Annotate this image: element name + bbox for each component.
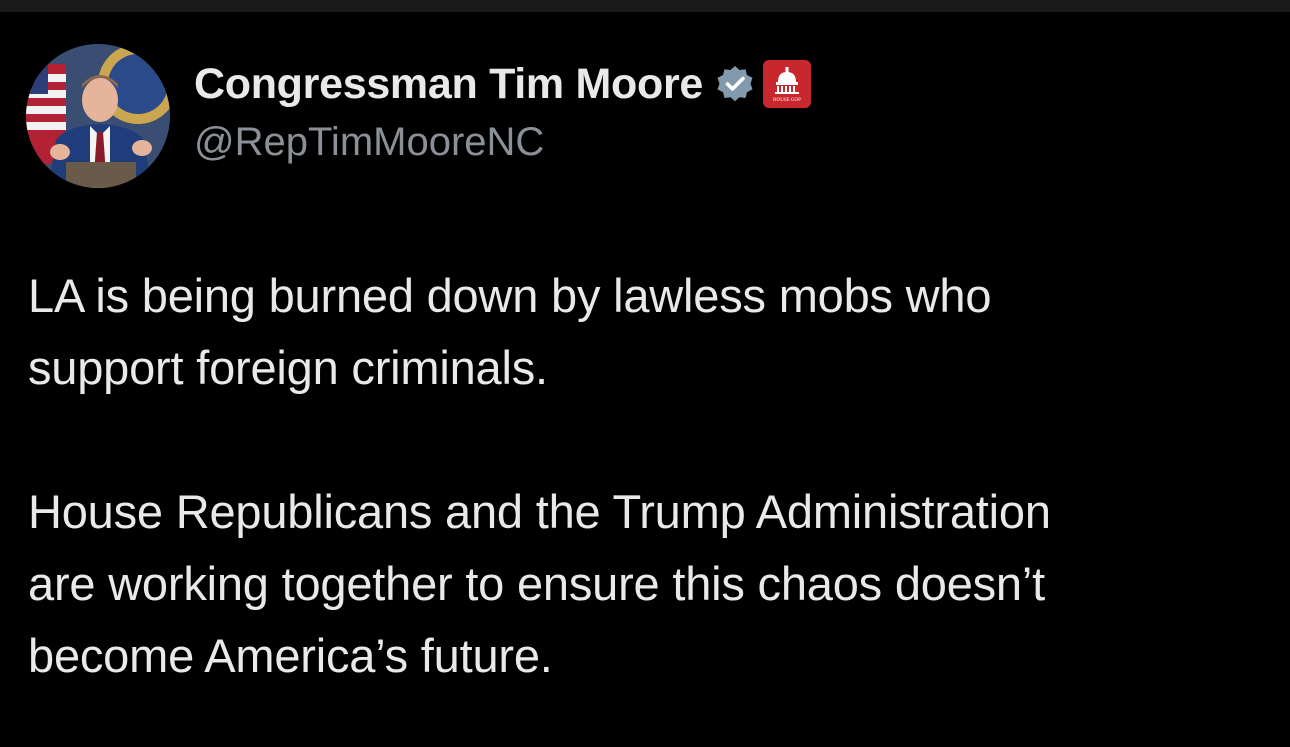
tweet-screenshot: Congressman Tim Moore HOUSE GOP @RepTimM… xyxy=(0,0,1290,747)
author-handle[interactable]: @RepTimMooreNC xyxy=(194,120,544,165)
tweet-line: LA is being burned down by lawless mobs … xyxy=(28,269,992,322)
tweet-line: support foreign criminals. xyxy=(28,341,548,394)
tweet-line: are working together to ensure this chao… xyxy=(28,557,1045,610)
house-gop-badge-icon[interactable]: HOUSE GOP xyxy=(763,60,812,108)
avatar-photo-icon xyxy=(26,44,170,188)
tweet-paragraph-2: House Republicans and the Trump Administ… xyxy=(28,476,1268,692)
tweet-card[interactable]: Congressman Tim Moore HOUSE GOP @RepTimM… xyxy=(0,12,1290,747)
tweet-paragraph-1: LA is being burned down by lawless mobs … xyxy=(28,260,1268,404)
tweet-line: House Republicans and the Trump Administ… xyxy=(28,485,1051,538)
svg-text:HOUSE GOP: HOUSE GOP xyxy=(773,98,801,103)
author-name-row: Congressman Tim Moore HOUSE GOP xyxy=(194,54,812,114)
top-divider xyxy=(0,0,1290,12)
avatar[interactable] xyxy=(26,44,170,188)
author-display-name[interactable]: Congressman Tim Moore xyxy=(194,60,703,109)
tweet-body: LA is being burned down by lawless mobs … xyxy=(28,260,1268,692)
verified-badge-icon[interactable] xyxy=(715,64,755,104)
tweet-line: become America’s future. xyxy=(28,629,553,682)
